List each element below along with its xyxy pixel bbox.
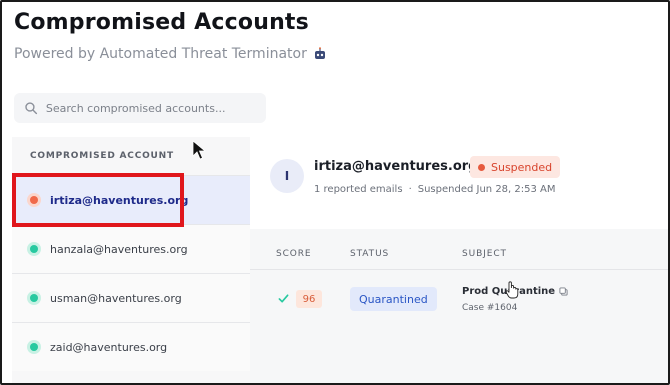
check-icon [278, 294, 289, 303]
status-badge: Suspended [470, 156, 561, 178]
account-email: zaid@haventures.org [50, 340, 168, 354]
detail-meta: 1 reported emails · Suspended Jun 28, 2:… [314, 184, 556, 195]
account-item-usman[interactable]: usman@haventures.org [12, 273, 250, 322]
account-email: irtiza@haventures.org [50, 193, 189, 207]
account-email: usman@haventures.org [50, 291, 182, 305]
hand-cursor-icon [505, 281, 519, 299]
status-pill: Quarantined [350, 287, 437, 311]
account-item-irtiza[interactable]: irtiza@haventures.org [12, 175, 250, 224]
account-email: hanzala@haventures.org [50, 242, 188, 256]
search-input[interactable] [43, 100, 266, 116]
avatar: I [270, 159, 304, 193]
reported-count: 1 reported emails [314, 184, 403, 195]
column-subject: SUBJECT [462, 249, 507, 259]
case-number: Case #1604 [462, 303, 518, 313]
account-list-header: COMPROMISED ACCOUNT [30, 151, 174, 161]
account-item-hanzala[interactable]: hanzala@haventures.org [12, 224, 250, 273]
suspended-time: Suspended Jun 28, 2:53 AM [417, 184, 556, 195]
reports-table: SCORE STATUS SUBJECT 96 Quarantined Prod… [250, 229, 668, 383]
app-window: Compromised Accounts Powered by Automate… [0, 0, 670, 385]
account-detail-panel: I irtiza@haventures.org Suspended 1 repo… [250, 137, 668, 383]
column-status: STATUS [350, 249, 390, 259]
subtitle-text: Powered by Automated Threat Terminator [14, 46, 307, 62]
table-row[interactable]: 96 Quarantined Prod Quarantine Case #160… [250, 269, 668, 330]
badge-dot [478, 163, 485, 171]
page-title: Compromised Accounts [14, 10, 309, 35]
search-box[interactable] [14, 93, 266, 123]
account-list: COMPROMISED ACCOUNT irtiza@haventures.or… [12, 137, 250, 383]
score-badge: 96 [296, 290, 322, 308]
search-icon [25, 102, 38, 115]
mouse-pointer-icon [192, 140, 206, 160]
meta-separator: · [408, 184, 412, 195]
account-item-zaid[interactable]: zaid@haventures.org [12, 322, 250, 371]
status-dot [30, 294, 38, 302]
badge-label: Suspended [491, 160, 553, 174]
page-subtitle: Powered by Automated Threat Terminator [14, 46, 327, 62]
robot-icon [314, 47, 325, 59]
column-score: SCORE [276, 249, 312, 259]
status-dot [30, 245, 38, 253]
status-dot [30, 196, 38, 204]
copy-icon[interactable] [559, 287, 568, 296]
status-dot [30, 343, 38, 351]
detail-email: irtiza@haventures.org [314, 159, 478, 174]
